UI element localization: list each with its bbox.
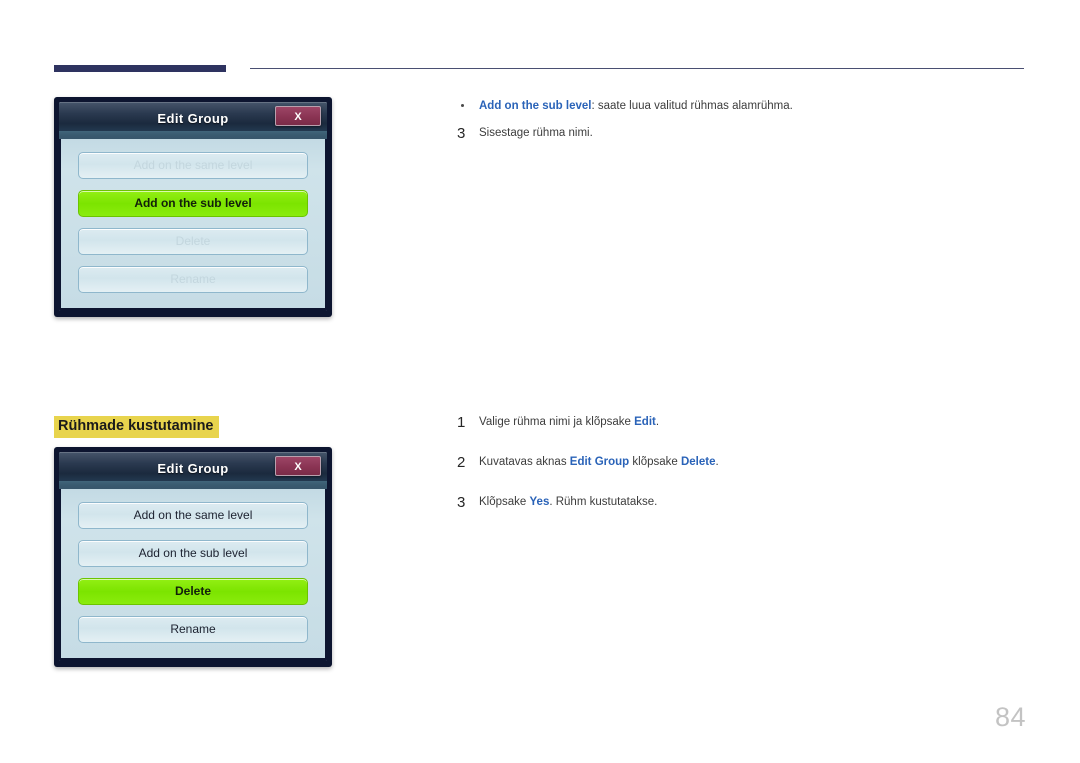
dialog-inner: Edit Group X Add on the same level Add o… [59, 452, 327, 661]
delete-instructions: 1 Valige rühma nimi ja klõpsake Edit. 2 Kuv… [455, 414, 1025, 534]
step-text: . [655, 416, 660, 428]
list-item: 3 Klõpsake Yes. Rühm kustutatakse. [455, 494, 1025, 514]
step-text: . [715, 456, 719, 468]
header-rule-thin [250, 68, 1024, 69]
step-number: 2 [457, 454, 466, 471]
step-text: Sisestage rühma nimi. [479, 127, 593, 140]
step-number: 1 [457, 414, 466, 431]
step-keyword: Edit [634, 416, 656, 428]
step-text: Kuvatavas aknas [479, 456, 570, 468]
bullet-item: Add on the sub level: saate luua valitud… [455, 98, 1025, 115]
dialog-body: Add on the same level Add on the sub lev… [59, 489, 327, 661]
list-item: 3 Sisestage rühma nimi. [455, 125, 1025, 145]
edit-group-dialog-delete: Edit Group X Add on the same level Add o… [54, 447, 332, 667]
step-keyword: Delete [680, 456, 716, 468]
option-delete[interactable]: Delete [78, 228, 308, 255]
page-number: 84 [994, 702, 1026, 732]
list-item: 2 Kuvatavas aknas Edit Group klõpsake Del… [455, 454, 1025, 474]
bullet-text: : saate luua valitud rühmas alamrühma. [591, 100, 793, 112]
header-rule-thick [54, 65, 226, 72]
step-text: Klõpsake [479, 496, 530, 508]
list-item: 1 Valige rühma nimi ja klõpsake Edit. [455, 414, 1025, 434]
dialog-titlebar: Edit Group X [59, 452, 327, 489]
section-heading: Rühmade kustutamine [54, 416, 219, 438]
option-add-on-same-level[interactable]: Add on the same level [78, 152, 308, 179]
page-header-rule [0, 0, 1080, 80]
option-delete[interactable]: Delete [78, 578, 308, 605]
dialog-inner: Edit Group X Add on the same level Add o… [59, 102, 327, 311]
top-instructions: Add on the sub level: saate luua valitud… [455, 98, 1025, 165]
option-add-on-sub-level[interactable]: Add on the sub level [78, 190, 308, 217]
option-rename[interactable]: Rename [78, 266, 308, 293]
option-rename[interactable]: Rename [78, 616, 308, 643]
step-number: 3 [457, 125, 466, 143]
close-icon[interactable]: X [275, 106, 321, 126]
option-add-on-sub-level[interactable]: Add on the sub level [78, 540, 308, 567]
option-add-on-same-level[interactable]: Add on the same level [78, 502, 308, 529]
step-number: 3 [457, 494, 466, 511]
step-text: . Rühm kustutatakse. [549, 496, 658, 508]
step-keyword: Edit Group [569, 456, 630, 468]
edit-group-dialog-sub-level: Edit Group X Add on the same level Add o… [54, 97, 332, 317]
bullet-dot-icon [461, 104, 464, 107]
dialog-titlebar: Edit Group X [59, 102, 327, 139]
step-text: klõpsake [629, 456, 681, 468]
bullet-keyword: Add on the sub level [479, 100, 592, 112]
dialog-body: Add on the same level Add on the sub lev… [59, 139, 327, 311]
close-icon[interactable]: X [275, 456, 321, 476]
step-text: Valige rühma nimi ja klõpsake [479, 416, 635, 428]
step-keyword: Yes [529, 496, 550, 508]
